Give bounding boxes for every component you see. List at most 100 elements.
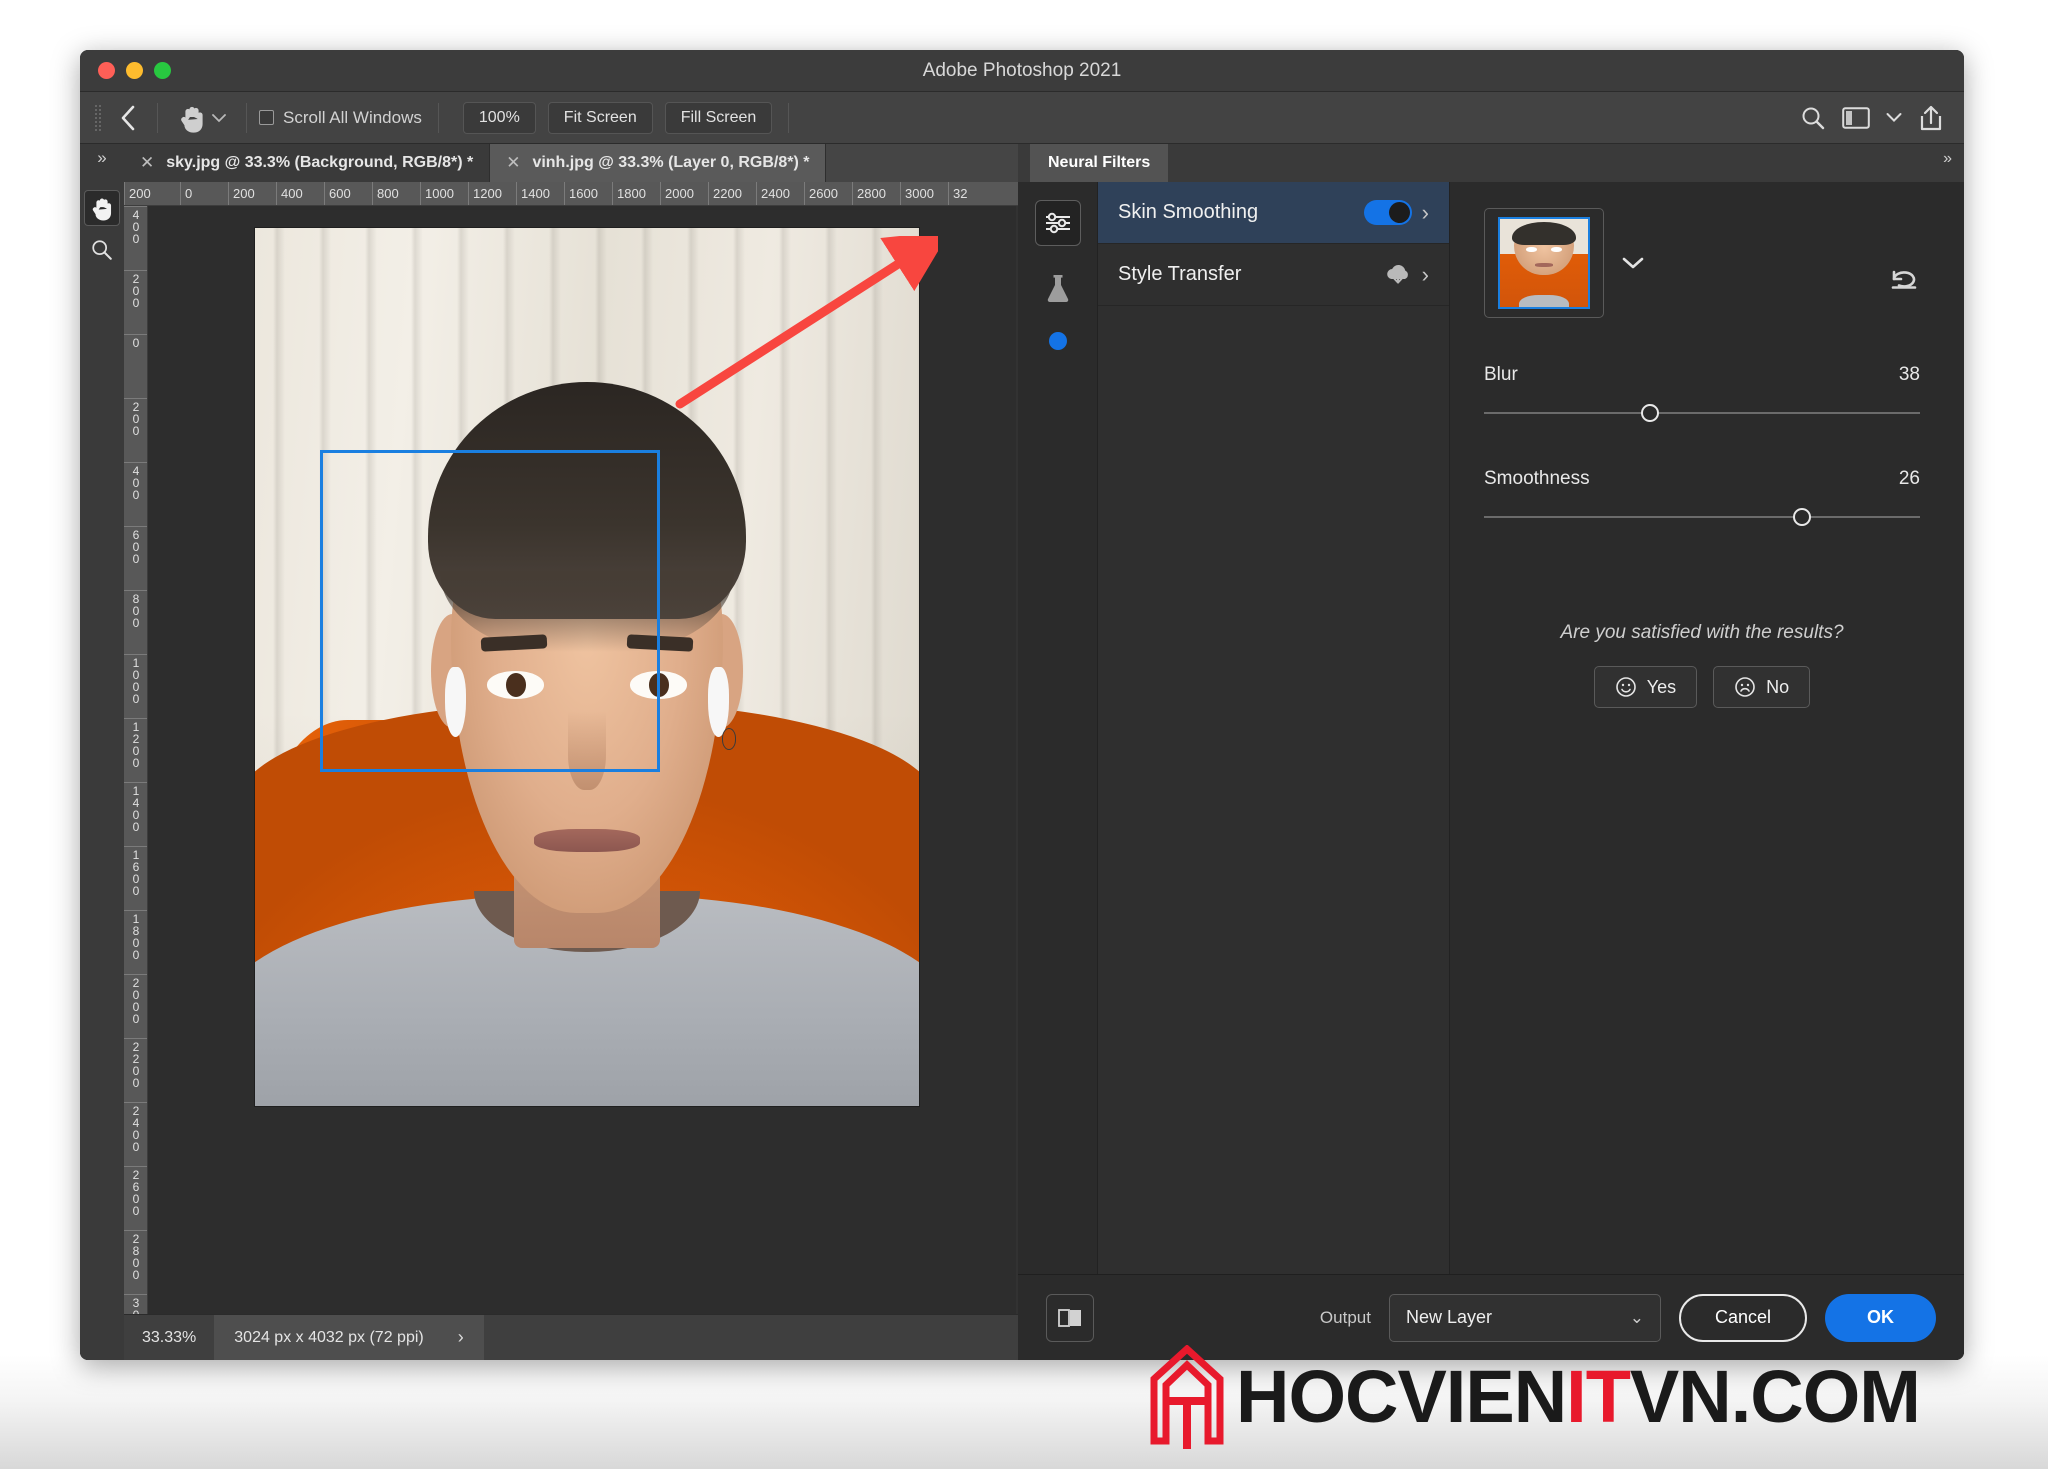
- active-tool-preview[interactable]: [170, 103, 234, 133]
- preset-thumbnail-card[interactable]: [1484, 208, 1604, 318]
- chevron-left-icon[interactable]: [111, 101, 145, 135]
- watermark-text-red: IT: [1566, 1355, 1631, 1438]
- slider-value: 38: [1898, 364, 1920, 385]
- ruler-tick: 800: [124, 590, 147, 654]
- ruler-tick: 0: [124, 334, 147, 398]
- ruler-tick: 3000: [900, 182, 948, 205]
- filter-label: Skin Smoothing: [1118, 201, 1259, 223]
- filter-item-style-transfer[interactable]: Style Transfer ›: [1098, 244, 1449, 306]
- screenshot-root: Adobe Photoshop 2021 Scroll All Windows …: [0, 0, 2048, 1469]
- before-after-icon: [1058, 1308, 1081, 1327]
- output-label: Output: [1319, 1307, 1371, 1327]
- ok-button[interactable]: OK: [1825, 1293, 1936, 1342]
- chevron-right-icon[interactable]: ›: [458, 1327, 464, 1348]
- close-icon[interactable]: ✕: [506, 153, 520, 173]
- cloud-download-icon[interactable]: [1384, 264, 1412, 286]
- slider-thumb[interactable]: [1793, 508, 1812, 526]
- blue-dot-icon[interactable]: [1048, 332, 1067, 350]
- ruler-tick: 400: [124, 206, 147, 270]
- magnifier-icon: [92, 240, 112, 260]
- reset-button[interactable]: [1890, 268, 1920, 294]
- close-icon[interactable]: ✕: [140, 153, 154, 173]
- ruler-tick: 2400: [124, 1102, 147, 1166]
- ruler-tick: 1000: [124, 654, 147, 718]
- watermark-text: HOCVIENITVN.COM: [1236, 1360, 1921, 1434]
- neural-filters-main: Skin Smoothing › Style Transfer › Blur 3…: [1018, 182, 1964, 1274]
- scroll-all-windows-checkbox[interactable]: Scroll All Windows: [259, 108, 422, 128]
- app-body: » ✕ sky.jpg @ 33.3% (Background, RGB/8*)…: [80, 144, 1964, 1360]
- workspace-icon[interactable]: [1842, 106, 1870, 129]
- smiley-sad-icon: [1735, 677, 1755, 697]
- tabs-expander[interactable]: »: [80, 144, 124, 182]
- ruler-tick: 200: [124, 398, 147, 462]
- ruler-tick: 2400: [756, 182, 804, 205]
- filter-toggle[interactable]: [1363, 200, 1412, 225]
- ruler-tick: 400: [276, 182, 324, 205]
- document-tab-sky[interactable]: ✕ sky.jpg @ 33.3% (Background, RGB/8*) *: [124, 144, 491, 182]
- chevron-down-icon[interactable]: [1622, 256, 1644, 270]
- feedback-yes-button[interactable]: Yes: [1593, 666, 1698, 708]
- horizontal-ruler[interactable]: 200 0 200 400 600 800 1000 1200 1400 1600 1800 2000…: [124, 182, 1018, 206]
- hand-tool-button[interactable]: [84, 190, 120, 226]
- ruler-tick: 800: [372, 182, 420, 205]
- slider-header: Smoothness 26: [1484, 468, 1920, 490]
- filter-label: Style Transfer: [1118, 263, 1242, 285]
- ruler-tick: 2800: [852, 182, 900, 205]
- beta-filters-button[interactable]: [1035, 266, 1081, 312]
- fit-screen-button[interactable]: Fit Screen: [547, 101, 653, 134]
- cancel-button[interactable]: Cancel: [1678, 1293, 1807, 1342]
- slider-value: 26: [1898, 468, 1920, 489]
- chevron-right-icon[interactable]: ›: [1422, 262, 1429, 288]
- ruler-tick: 1800: [612, 182, 660, 205]
- compare-before-after-button[interactable]: [1046, 1293, 1094, 1342]
- ruler-tick: 1000: [420, 182, 468, 205]
- neural-filters-list: Skin Smoothing › Style Transfer ›: [1098, 182, 1450, 1274]
- status-dimensions-text: 3024 px x 4032 px (72 ppi): [234, 1328, 424, 1346]
- chevron-down-icon: [212, 113, 226, 122]
- search-icon[interactable]: [1800, 105, 1826, 131]
- watermark-text-part2: VN.COM: [1629, 1355, 1921, 1438]
- ruler-tick: 2000: [124, 974, 147, 1038]
- status-dimensions[interactable]: 3024 px x 4032 px (72 ppi) ›: [214, 1315, 484, 1360]
- output-select[interactable]: New Layer ⌄: [1388, 1293, 1661, 1342]
- mouth: [533, 829, 641, 853]
- document-tabbar: » ✕ sky.jpg @ 33.3% (Background, RGB/8*)…: [80, 144, 1018, 182]
- chevron-right-icon[interactable]: ›: [1422, 200, 1429, 226]
- tab-neural-filters[interactable]: Neural Filters: [1030, 144, 1169, 182]
- status-zoom-level[interactable]: 33.33%: [124, 1329, 214, 1347]
- options-bar: Scroll All Windows 100% Fit Screen Fill …: [80, 92, 1964, 144]
- zoom-100-button[interactable]: 100%: [462, 101, 536, 134]
- window-title: Adobe Photoshop 2021: [922, 59, 1122, 81]
- slider-track[interactable]: [1484, 508, 1920, 526]
- panel-collapse-icon[interactable]: »: [1943, 150, 1952, 168]
- checkbox-box[interactable]: [259, 110, 274, 125]
- ruler-tick: 2800: [124, 1230, 147, 1294]
- feedback-no-button[interactable]: No: [1713, 666, 1811, 708]
- watermark: HOCVIENITVN.COM: [1148, 1345, 1921, 1449]
- canvas-viewport[interactable]: [148, 206, 1016, 1314]
- chevron-down-icon[interactable]: [1886, 112, 1902, 123]
- preset-thumbnail[interactable]: [1498, 217, 1590, 309]
- photoshop-window: Adobe Photoshop 2021 Scroll All Windows …: [80, 50, 1964, 1360]
- h-monogram-icon: [1148, 1345, 1226, 1449]
- chevron-down-icon[interactable]: ⌄: [1630, 1308, 1644, 1328]
- options-bar-grip[interactable]: [94, 103, 101, 132]
- ruler-tick: 1800: [124, 910, 147, 974]
- slider-thumb[interactable]: [1640, 404, 1659, 422]
- sliders-icon: [1045, 212, 1070, 234]
- fill-screen-button[interactable]: Fill Screen: [664, 101, 773, 134]
- zoom-tool-button[interactable]: [84, 232, 120, 268]
- all-filters-button[interactable]: [1034, 200, 1081, 246]
- smiley-happy-icon: [1615, 677, 1636, 697]
- share-icon[interactable]: [1918, 104, 1944, 132]
- document-tab-vinh[interactable]: ✕ vinh.jpg @ 33.3% (Layer 0, RGB/8*) *: [490, 144, 827, 182]
- feedback-yes-label: Yes: [1646, 676, 1677, 697]
- vertical-ruler[interactable]: 4002000200400600800100012001400160018002…: [124, 206, 148, 1314]
- hand-tool-icon: [181, 106, 203, 133]
- neural-filters-tabrow: Neural Filters »: [1018, 144, 1964, 182]
- slider-track[interactable]: [1484, 404, 1920, 422]
- slider-header: Blur 38: [1484, 364, 1920, 386]
- feedback-section: Are you satisfied with the results? Yes …: [1484, 622, 1920, 708]
- face-detection-box[interactable]: [320, 450, 660, 772]
- filter-item-skin-smoothing[interactable]: Skin Smoothing ›: [1098, 182, 1449, 244]
